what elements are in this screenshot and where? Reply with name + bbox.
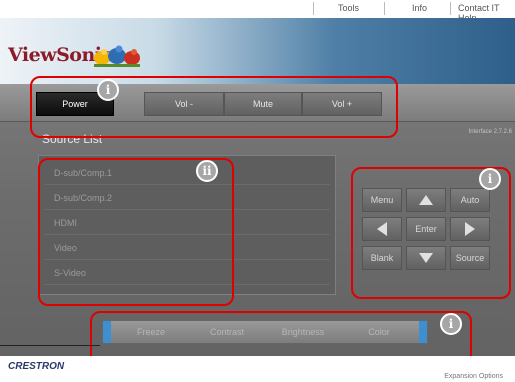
annotation-leader-line [0,345,100,346]
info-link[interactable]: Info [412,3,427,13]
annotation-power-ring [30,76,398,138]
separator [384,2,385,15]
info-badge-power: i [97,79,119,101]
header-banner: ViewSonic [0,18,515,84]
info-badge-keypad: i [479,168,501,190]
top-links-bar: Tools Info Contact IT Help [0,0,515,23]
separator [450,2,451,15]
info-badge-source: ii [196,160,218,182]
info-badge-bottom: i [440,313,462,335]
footer [0,356,515,382]
separator [313,2,314,15]
interface-version: Interface 2.7.2.6 [468,129,512,135]
tools-link[interactable]: Tools [338,3,359,13]
crestron-logo: CRESTRON [8,361,65,372]
birds-logo-icon [94,45,140,67]
expansion-options-link[interactable]: Expansion Options [444,373,503,380]
